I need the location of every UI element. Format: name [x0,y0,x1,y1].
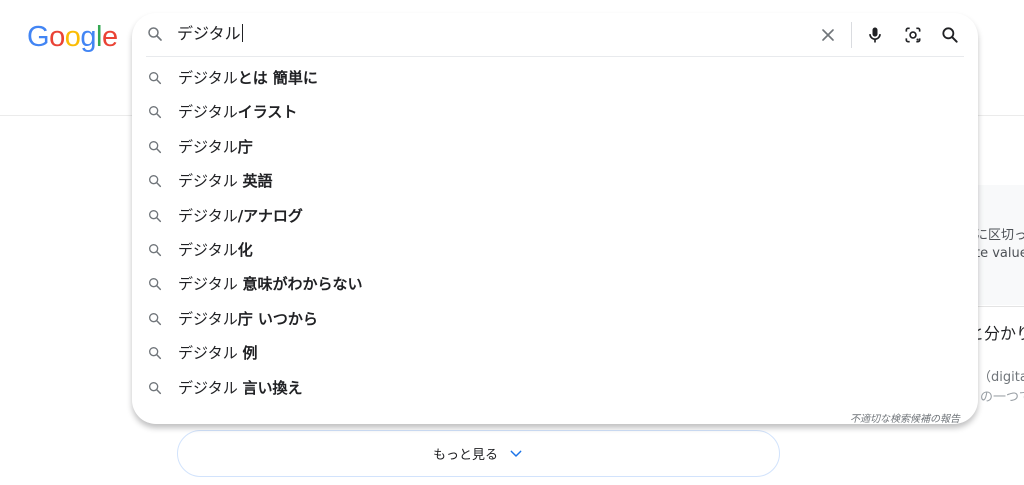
suggestion-completion: 意味がわからない [242,275,363,294]
more-results-button[interactable]: もっと見る [177,430,780,477]
suggestion-text: デジタル庁 [178,136,253,158]
background-snippet: te value [975,246,1024,261]
search-icon [149,278,162,291]
logo-letter: o [49,21,65,53]
microphone-icon [869,27,881,43]
logo-letter: g [80,21,96,53]
suggestion-completion: 言い換え [242,378,303,397]
text-caret [241,24,243,42]
more-results-label: もっと見る [432,448,498,463]
suggestion-text: デジタル 意味がわからない [178,273,362,295]
suggestion-prefix: デジタル [178,69,238,87]
search-input[interactable]: デジタル [177,22,243,46]
suggestion-item[interactable]: デジタルとは 簡単に [132,61,978,95]
suggestion-item[interactable]: デジタル 例 [132,336,978,370]
search-icon [149,243,162,257]
search-icon [149,347,162,360]
search-icon [149,312,162,325]
suggestion-text: デジタル 例 [178,342,257,364]
suggestion-item[interactable]: デジタル庁 いつから [132,302,978,336]
suggestion-prefix: デジタル [178,137,238,156]
suggestion-item[interactable]: デジタル化 [132,233,978,267]
background-snippet: の一つで [980,390,1024,405]
suggestion-text: デジタル/アナログ [178,205,303,227]
suggestion-text: デジタル化 [178,239,253,261]
search-autocomplete-dropdown: デジタル デジタルとは 簡単に デジタルイラスト デジタル庁 デジタル 英語 デ… [132,13,978,425]
suggestion-item[interactable]: デジタル 意味がわからない [132,267,978,301]
suggestion-item[interactable]: デジタルイラスト [132,95,978,129]
suggestion-completion: イラスト [237,103,298,122]
suggestion-text: デジタル庁 いつから [178,308,318,330]
suggestion-prefix: デジタル [178,309,238,328]
suggestion-list: デジタルとは 簡単に デジタルイラスト デジタル庁 デジタル 英語 デジタル/ア… [132,61,978,405]
suggestion-completion: 庁 [237,137,253,156]
suggestion-text: デジタル 英語 [178,170,272,192]
suggestion-completion: 庁 いつから [237,309,318,328]
suggestion-prefix: デジタル [178,172,243,191]
google-logo[interactable]: Google [27,21,118,54]
search-box: デジタル [132,13,978,57]
background-snippet: に区切っ [975,228,1024,243]
lens-camera-icon [905,27,921,43]
search-results-page: Google に区切っ te value と分かり （digital） の一つで… [0,0,1024,485]
close-icon [822,29,834,41]
suggestion-text: デジタルイラスト [178,101,297,123]
suggestion-completion: 英語 [242,172,273,191]
suggestion-completion: 例 [242,344,258,363]
suggestion-item[interactable]: デジタル 英語 [132,164,978,198]
suggestion-item[interactable]: デジタル 言い換え [132,371,978,405]
search-icon [148,27,162,41]
suggestion-prefix: デジタル [178,103,238,122]
image-search-button[interactable] [902,24,924,46]
search-icon [942,27,958,43]
suggestion-prefix: デジタル [178,378,243,397]
search-icon [149,381,162,394]
voice-search-button[interactable] [864,24,886,46]
search-icon [149,106,162,119]
suggestion-prefix: デジタル [178,275,243,294]
suggestion-completion: とは 簡単に [237,69,318,87]
search-submit-button[interactable] [939,24,961,46]
logo-letter: G [27,21,50,53]
search-icon [149,72,162,85]
clear-button[interactable] [817,24,839,46]
search-box-divider [146,56,964,57]
suggestion-item[interactable]: デジタル庁 [132,130,978,164]
logo-letter: e [101,21,118,53]
suggestion-text: デジタルとは 簡単に [178,67,318,89]
report-suggestions-link[interactable]: 不適切な検索候補の報告 [850,410,960,425]
suggestion-prefix: デジタル [178,240,238,259]
chevron-down-icon [510,450,522,457]
suggestion-item[interactable]: デジタル/アナログ [132,199,978,233]
logo-letter: o [64,21,81,53]
suggestion-text: デジタル 言い換え [178,377,302,399]
toolbar-separator [851,22,852,48]
search-icon [149,175,162,188]
suggestion-completion: 化 [237,240,253,259]
search-icon [149,140,162,153]
background-snippet: （digital） [978,370,1024,385]
search-icon [149,209,162,222]
suggestion-completion: /アナログ [237,206,303,225]
search-input-value: デジタル [177,24,241,43]
suggestion-prefix: デジタル [178,344,243,363]
suggestion-prefix: デジタル [178,206,238,225]
